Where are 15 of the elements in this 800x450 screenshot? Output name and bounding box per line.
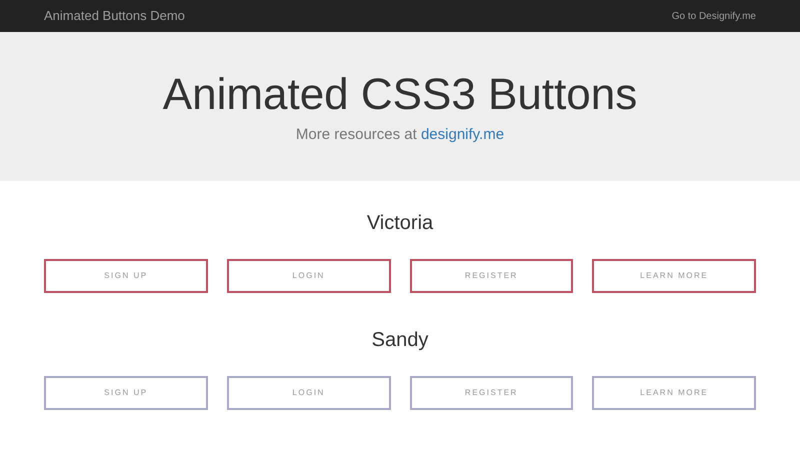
- animated-button[interactable]: REGISTER: [410, 259, 574, 293]
- animated-button[interactable]: LOGIN: [226, 259, 390, 293]
- animated-button[interactable]: LEARN MORE: [592, 376, 756, 410]
- animated-button[interactable]: REGISTER: [410, 376, 574, 410]
- animated-button[interactable]: SIGN UP: [44, 259, 208, 293]
- navbar-link[interactable]: Go to Designify.me: [672, 8, 756, 24]
- section-heading: Sandy: [370, 328, 430, 353]
- designify-link[interactable]: designify.me: [420, 126, 504, 143]
- animated-button[interactable]: SIGN UP: [44, 376, 208, 410]
- section-heading: Victoria: [366, 211, 434, 236]
- animated-button[interactable]: LEARN MORE: [592, 259, 756, 293]
- hero-subtitle: More resources at designify.me: [296, 125, 504, 145]
- navbar-brand[interactable]: Animated Buttons Demo: [44, 6, 185, 26]
- animated-button[interactable]: LOGIN: [226, 376, 390, 410]
- hero-title: Animated CSS3 Buttons: [162, 70, 638, 120]
